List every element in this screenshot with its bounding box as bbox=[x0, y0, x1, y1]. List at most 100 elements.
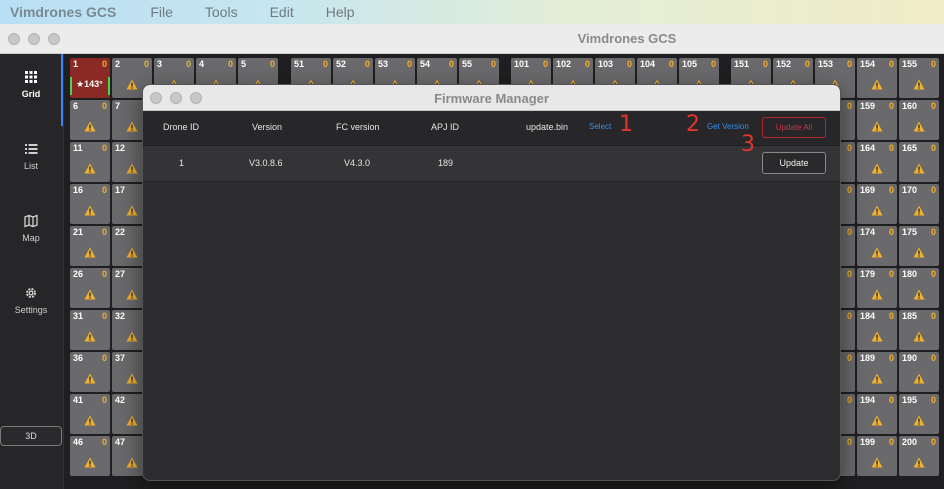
drone-count: 0 bbox=[101, 143, 107, 153]
warning-icon bbox=[913, 331, 925, 342]
drone-count: 0 bbox=[322, 59, 328, 69]
drone-id: 165 bbox=[902, 143, 918, 153]
drone-cell[interactable]: 200 0 bbox=[899, 436, 939, 476]
drone-cell[interactable]: 46 0 bbox=[70, 436, 110, 476]
update-button[interactable]: Update bbox=[762, 152, 826, 174]
update-all-button[interactable]: Update All bbox=[762, 117, 826, 138]
drone-count: 0 bbox=[930, 395, 936, 405]
menu-tools[interactable]: Tools bbox=[205, 4, 238, 20]
warning-icon bbox=[84, 457, 96, 468]
drone-cell[interactable]: 60 bbox=[70, 100, 110, 140]
drone-cell[interactable]: 11 0 bbox=[70, 142, 110, 182]
row-apj-id: 189 bbox=[438, 158, 454, 168]
drone-count: 0 bbox=[846, 395, 852, 405]
drone-count: 0 bbox=[101, 311, 107, 321]
app-menu[interactable]: Vimdrones GCS bbox=[10, 4, 116, 20]
warning-icon bbox=[913, 289, 925, 300]
drone-cell[interactable]: 184 0 bbox=[857, 310, 897, 350]
table-row[interactable]: 1 V3.0.8.6 V4.3.0 189 bbox=[143, 146, 840, 182]
drone-cell[interactable]: 31 0 bbox=[70, 310, 110, 350]
drone-cell[interactable]: 159 0 bbox=[857, 100, 897, 140]
drone-cell[interactable]: 190 0 bbox=[899, 352, 939, 392]
drone-cell[interactable]: 170 0 bbox=[899, 184, 939, 224]
drone-count: 0 bbox=[888, 185, 894, 195]
drone-cell[interactable]: 195 0 bbox=[899, 394, 939, 434]
drone-id: 53 bbox=[378, 59, 389, 69]
drone-id: 46 bbox=[73, 437, 84, 447]
drone-count: 0 bbox=[762, 59, 768, 69]
drone-id: 104 bbox=[640, 59, 656, 69]
drone-id: 31 bbox=[73, 311, 84, 321]
3d-view-button[interactable]: 3D bbox=[0, 426, 62, 446]
annotation-3: 3 bbox=[741, 132, 755, 157]
warning-icon bbox=[126, 121, 138, 132]
warning-icon bbox=[126, 331, 138, 342]
dialog-titlebar: Firmware Manager bbox=[143, 85, 840, 111]
drone-cell[interactable]: 189 0 bbox=[857, 352, 897, 392]
heading-readout: ★143° bbox=[76, 79, 103, 89]
drone-count: 0 bbox=[846, 59, 852, 69]
status-bar bbox=[70, 77, 72, 95]
drone-cell[interactable]: 26 0 bbox=[70, 268, 110, 308]
drone-id: 5 bbox=[241, 59, 247, 69]
warning-icon bbox=[871, 205, 883, 216]
drone-count: 0 bbox=[101, 269, 107, 279]
drone-cell[interactable]: 185 0 bbox=[899, 310, 939, 350]
drone-cell[interactable]: 21 0 bbox=[70, 226, 110, 266]
drone-count: 0 bbox=[101, 437, 107, 447]
drone-count: 0 bbox=[364, 59, 370, 69]
sidebar-item-grid[interactable]: Grid bbox=[0, 54, 63, 126]
select-file-link[interactable]: Select bbox=[589, 122, 611, 131]
drone-id: 32 bbox=[115, 311, 126, 321]
drone-cell[interactable]: 179 0 bbox=[857, 268, 897, 308]
status-bar bbox=[108, 77, 110, 95]
drone-cell[interactable]: 194 0 bbox=[857, 394, 897, 434]
drone-cell[interactable]: 199 0 bbox=[857, 436, 897, 476]
drone-count: 0 bbox=[888, 101, 894, 111]
drone-cell[interactable]: 175 0 bbox=[899, 226, 939, 266]
drone-cell[interactable]: 41 0 bbox=[70, 394, 110, 434]
drone-count: 0 bbox=[930, 59, 936, 69]
drone-id: 21 bbox=[73, 227, 84, 237]
drone-count: 0 bbox=[888, 353, 894, 363]
dialog-title: Firmware Manager bbox=[434, 91, 549, 106]
drone-count: 0 bbox=[185, 59, 191, 69]
drone-id: 12 bbox=[115, 143, 126, 153]
drone-id: 6 bbox=[73, 101, 79, 111]
sidebar-item-map[interactable]: Map bbox=[0, 198, 62, 258]
drone-cell[interactable]: 180 0 bbox=[899, 268, 939, 308]
menu-edit[interactable]: Edit bbox=[270, 4, 294, 20]
drone-id: 16 bbox=[73, 185, 84, 195]
drone-cell[interactable]: 169 0 bbox=[857, 184, 897, 224]
drone-cell[interactable]: 154 0 bbox=[857, 58, 897, 98]
warning-icon bbox=[871, 373, 883, 384]
drone-count: 0 bbox=[930, 437, 936, 447]
drone-count: 0 bbox=[101, 353, 107, 363]
drone-cell[interactable]: 1 0 ★143° bbox=[70, 58, 110, 98]
drone-cell[interactable]: 174 0 bbox=[857, 226, 897, 266]
drone-id: 54 bbox=[420, 59, 431, 69]
get-version-link[interactable]: Get Version bbox=[707, 122, 749, 131]
drone-count: 0 bbox=[846, 269, 852, 279]
drone-cell[interactable]: 36 0 bbox=[70, 352, 110, 392]
drone-count: 0 bbox=[101, 185, 107, 195]
drone-cell[interactable]: 160 0 bbox=[899, 100, 939, 140]
warning-icon bbox=[84, 247, 96, 258]
drone-id: 2 bbox=[115, 59, 121, 69]
gear-icon bbox=[26, 288, 36, 298]
warning-icon bbox=[126, 373, 138, 384]
drone-cell[interactable]: 155 0 bbox=[899, 58, 939, 98]
drone-cell[interactable]: 16 0 bbox=[70, 184, 110, 224]
drone-count: 0 bbox=[930, 143, 936, 153]
menu-file[interactable]: File bbox=[150, 4, 173, 20]
warning-icon bbox=[871, 79, 883, 90]
sidebar-item-list[interactable]: List bbox=[0, 126, 62, 186]
drone-count: 0 bbox=[930, 311, 936, 321]
sidebar-item-settings[interactable]: Settings bbox=[0, 270, 62, 330]
drone-count: 0 bbox=[930, 269, 936, 279]
drone-cell[interactable]: 164 0 bbox=[857, 142, 897, 182]
warning-icon bbox=[913, 373, 925, 384]
menu-help[interactable]: Help bbox=[326, 4, 355, 20]
warning-icon bbox=[871, 289, 883, 300]
drone-cell[interactable]: 165 0 bbox=[899, 142, 939, 182]
